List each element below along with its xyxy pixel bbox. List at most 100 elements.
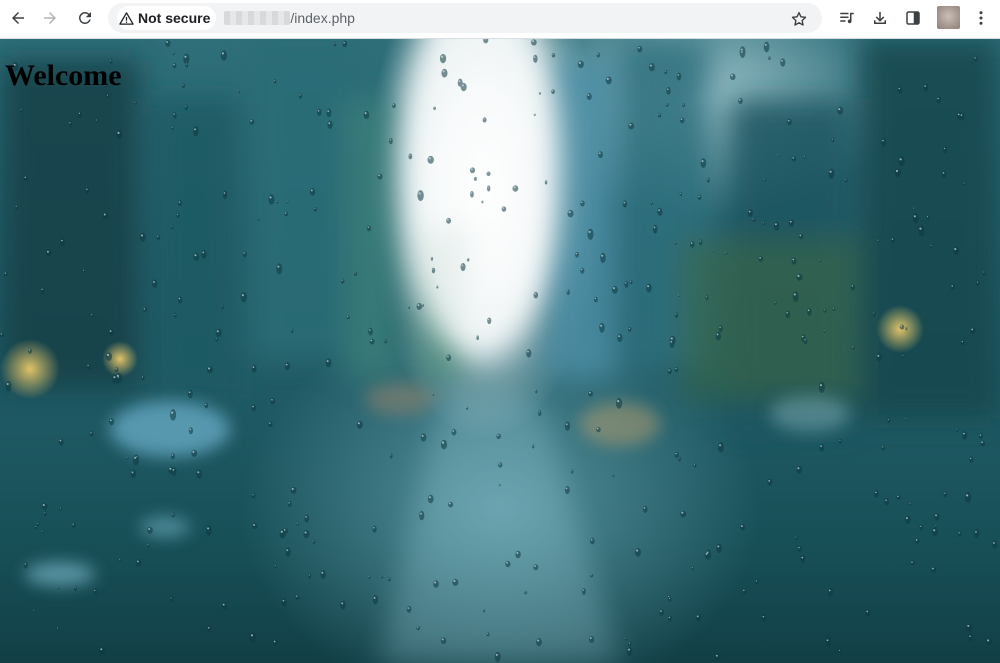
raindrop	[340, 600, 346, 610]
raindrop-highlight	[420, 512, 422, 515]
raindrop-highlight	[897, 495, 899, 498]
raindrop-highlight	[795, 536, 797, 538]
menu-button[interactable]	[968, 5, 994, 31]
raindrop-highlight	[660, 610, 662, 612]
raindrop	[498, 462, 503, 468]
raindrop	[78, 111, 82, 118]
raindrop	[439, 53, 447, 64]
forward-button[interactable]	[37, 5, 63, 31]
raindrop-highlight	[28, 349, 31, 351]
bookmark-button[interactable]	[786, 6, 812, 32]
raindrop	[28, 348, 32, 354]
raindrop-highlight	[804, 339, 806, 341]
back-button[interactable]	[5, 5, 31, 31]
raindrop	[276, 200, 279, 204]
raindrop	[941, 170, 947, 178]
raindrop	[130, 469, 136, 479]
raindrop-highlight	[223, 192, 226, 194]
raindrop	[90, 313, 94, 318]
raindrop-highlight	[91, 314, 93, 316]
raindrop-highlight	[792, 156, 795, 159]
raindrop	[979, 433, 984, 440]
downloads-button[interactable]	[867, 5, 893, 31]
raindrop	[689, 241, 695, 248]
raindrop	[714, 653, 721, 662]
raindrop	[0, 332, 5, 338]
raindrop	[23, 561, 28, 569]
raindrop	[876, 353, 882, 362]
security-indicator[interactable]: Not secure	[117, 6, 217, 30]
raindrop-highlight	[905, 517, 908, 520]
raindrop-highlight	[823, 330, 825, 332]
raindrop-highlight	[829, 170, 832, 173]
raindrop-highlight	[545, 181, 547, 183]
raindrop-highlight	[291, 487, 294, 491]
address-bar[interactable]: Not secure /index.php	[108, 3, 822, 33]
raindrop	[5, 380, 12, 392]
raindrop	[819, 259, 822, 263]
raindrop	[698, 239, 703, 246]
raindrop	[60, 237, 65, 247]
raindrop-highlight	[629, 280, 632, 282]
raindrop-highlight	[628, 642, 630, 644]
raindrop	[466, 406, 469, 410]
raindrop	[751, 217, 756, 222]
raindrop-highlight	[696, 615, 699, 618]
raindrop-highlight	[797, 274, 800, 277]
raindrop-highlight	[308, 574, 310, 576]
raindrop-highlight	[140, 234, 144, 237]
raindrop-highlight	[839, 649, 841, 652]
raindrop-highlight	[826, 639, 829, 642]
raindrop	[957, 111, 962, 121]
side-panel-button[interactable]	[900, 5, 926, 31]
raindrop-highlight	[392, 104, 395, 106]
raindrop-highlight	[628, 327, 630, 330]
raindrop-highlight	[243, 252, 245, 254]
raindrop	[284, 211, 289, 217]
raindrop-highlight	[675, 452, 677, 455]
raindrop-highlight	[942, 172, 945, 174]
raindrop-highlight	[470, 168, 473, 171]
reload-button[interactable]	[72, 5, 98, 31]
raindrop	[724, 251, 728, 255]
raindrop	[320, 570, 326, 580]
raindrop	[850, 283, 855, 291]
raindrop	[482, 608, 486, 613]
media-button[interactable]	[834, 5, 860, 31]
raindrop-highlight	[299, 94, 301, 96]
raindrop	[794, 535, 798, 540]
raindrop	[747, 209, 753, 217]
raindrop-highlight	[373, 526, 375, 529]
url-path: /index.php	[290, 10, 355, 26]
raindrop-highlight	[807, 309, 810, 312]
raindrop	[950, 284, 956, 291]
raindrop-highlight	[169, 467, 172, 470]
raindrop-highlight	[885, 499, 887, 502]
raindrop-highlight	[678, 294, 680, 296]
raindrop-highlight	[711, 249, 713, 251]
raindrop-highlight	[675, 313, 677, 315]
raindrop-highlight	[993, 542, 995, 544]
raindrop-highlight	[797, 467, 800, 470]
raindrop	[600, 252, 606, 263]
raindrop	[172, 112, 177, 119]
raindrop-highlight	[601, 254, 604, 257]
raindrop-highlight	[527, 350, 529, 353]
raindrop-highlight	[178, 201, 181, 203]
rainy-city-background-image	[0, 39, 1000, 663]
raindrop	[215, 336, 219, 343]
raindrop	[486, 632, 490, 637]
raindrop	[580, 200, 585, 207]
raindrop	[674, 312, 679, 318]
profile-avatar[interactable]	[937, 6, 960, 29]
raindrop	[74, 586, 78, 592]
raindrop	[693, 463, 697, 468]
raindrop	[431, 267, 436, 274]
raindrop	[71, 522, 76, 529]
raindrop-highlight	[368, 576, 370, 578]
raindrop	[825, 637, 831, 648]
raindrop	[251, 492, 256, 499]
raindrop-highlight	[979, 434, 982, 436]
raindrop-highlight	[417, 304, 420, 307]
raindrop-highlight	[701, 160, 704, 163]
